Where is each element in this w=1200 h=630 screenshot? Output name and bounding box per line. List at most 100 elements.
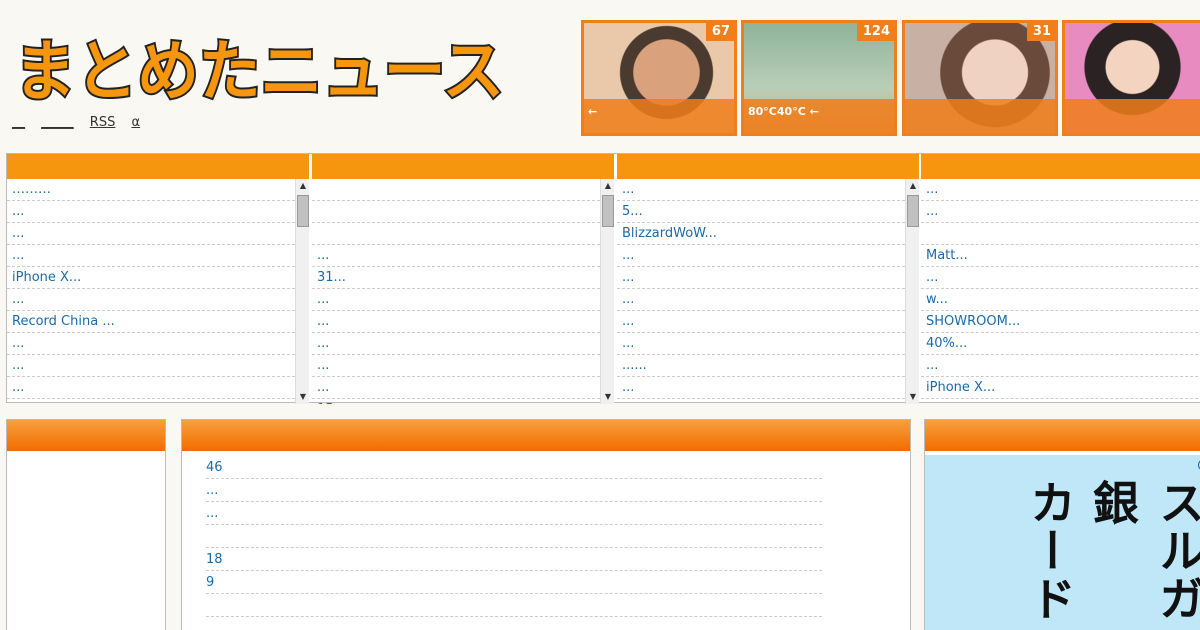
article-list[interactable]: 46...... 18 9 [206,456,822,617]
scrollbar[interactable]: ▲ ▼ [905,179,919,404]
list-item[interactable]: w... [921,289,1200,311]
list-item[interactable]: ... [312,333,600,355]
list-item[interactable] [206,525,822,548]
list-item[interactable]: ... [617,377,905,399]
list-item[interactable]: ... [7,377,295,399]
list-item[interactable]: 31... [312,267,600,289]
list-item[interactable]: SHOWROOM... [921,311,1200,333]
list-item[interactable]: 46 [206,456,822,479]
scroll-down-arrow-icon[interactable]: ▼ [601,390,615,404]
list-item[interactable]: ...... [617,355,905,377]
header-links: __ _____ RSS α [12,115,152,130]
panel-header [925,420,1200,451]
thumbnail-caption [1065,99,1200,133]
feed-list[interactable]: ...31............ ......15... [312,179,600,404]
comment-count-badge: 67 [705,23,734,41]
list-item[interactable]: BlizzardWoW... [617,223,905,245]
list-item[interactable]: ... [7,355,295,377]
site-logo[interactable]: まとめたニュース [10,24,510,106]
header-link-2[interactable]: _____ [41,115,74,130]
list-item[interactable]: ... [7,201,295,223]
list-item[interactable]: 18 [206,548,822,571]
advertisement[interactable]: i スルガ銀 カード [925,455,1200,630]
right-panel: i スルガ銀 カード [924,419,1200,630]
list-item[interactable] [312,201,600,223]
scrollbar-thumb[interactable] [907,195,919,227]
thumbnail-caption: ← [584,99,734,133]
list-item[interactable]: Matt... [921,245,1200,267]
list-item[interactable]: ... [312,377,600,399]
feed-box-4: ...... Matt...... w... SHOWROOM... 40%......… [921,154,1200,404]
feed-header [617,154,919,179]
list-item[interactable]: ... [617,333,905,355]
scroll-up-arrow-icon[interactable]: ▲ [296,179,310,193]
main-panel: 46...... 18 9 [181,419,911,630]
list-item[interactable]: ... [921,355,1200,377]
list-item[interactable]: ... [921,201,1200,223]
scrollbar-thumb[interactable] [297,195,309,227]
list-item[interactable]: ... [312,355,600,377]
scrollbar[interactable]: ▲ ▼ [295,179,309,404]
feed-box-1: ………......... iPhone X...... Record China .… [7,154,309,404]
list-item[interactable]: 15... [312,399,600,404]
list-item[interactable]: ... [312,289,600,311]
list-item[interactable] [312,223,600,245]
list-item[interactable]: ... [206,502,822,525]
list-item[interactable]: 40%... [921,333,1200,355]
list-item[interactable]: ... [7,245,295,267]
list-item[interactable]: ... [7,223,295,245]
thumbnail-card-3[interactable]: 31 [902,20,1058,136]
thumbnail-caption [905,99,1055,133]
list-item[interactable] [206,594,822,617]
list-item[interactable]: ... [921,267,1200,289]
feed-list[interactable]: ………......... iPhone X...... Record China .… [7,179,295,404]
scroll-up-arrow-icon[interactable]: ▲ [906,179,920,193]
logo-graphic: まとめたニュース [12,31,506,106]
list-item[interactable]: 9 [206,571,822,594]
list-item[interactable]: ... [617,267,905,289]
list-item[interactable]: ... [7,333,295,355]
feed-header [921,154,1200,179]
list-item[interactable]: ... [617,311,905,333]
comment-count-badge: 124 [856,23,894,41]
feed-box-2: ...31............ ......15... ▲ ▼ [312,154,614,404]
scroll-up-arrow-icon[interactable]: ▲ [601,179,615,193]
panel-header [7,420,165,451]
header-link-1[interactable]: __ [12,115,25,130]
feed-box-3: ... 5... BlizzardWoW......................… [617,154,919,404]
alpha-link[interactable]: α [131,115,140,130]
scroll-down-arrow-icon[interactable]: ▼ [906,390,920,404]
rss-link[interactable]: RSS [90,115,116,130]
list-item[interactable]: ... [312,311,600,333]
thumbnail-caption: 80°C40°C ← [744,99,894,133]
list-item[interactable]: Record China ... [7,311,295,333]
list-item[interactable]: iPhone X... [921,377,1200,399]
feed-list[interactable]: ... 5... BlizzardWoW......................… [617,179,905,404]
scrollbar-thumb[interactable] [602,195,614,227]
list-item[interactable]: ... [206,479,822,502]
logo-text: まとめたニュース [14,33,504,106]
scrollbar[interactable]: ▲ ▼ [600,179,614,404]
feed-list[interactable]: ...... Matt...... w... SHOWROOM... 40%......… [921,179,1200,404]
panel-header [182,420,910,451]
list-item[interactable]: ... [617,179,905,201]
feed-header [7,154,309,179]
list-item[interactable] [312,179,600,201]
feed-header [312,154,614,179]
list-item[interactable]: 5... [617,201,905,223]
list-item[interactable]: ... [617,289,905,311]
list-item[interactable]: ... [921,179,1200,201]
scroll-down-arrow-icon[interactable]: ▼ [296,390,310,404]
list-item[interactable]: ……… [7,179,295,201]
feed-section: ………......... iPhone X...... Record China .… [6,153,1200,404]
list-item[interactable] [921,223,1200,245]
thumbnail-card-1[interactable]: 67 ← [581,20,737,136]
left-panel [6,419,166,630]
list-item[interactable]: ... [7,289,295,311]
list-item[interactable]: ... [617,245,905,267]
comment-count-badge: 31 [1026,23,1055,41]
list-item[interactable]: ... [312,245,600,267]
thumbnail-card-4[interactable] [1062,20,1200,136]
list-item[interactable]: iPhone X... [7,267,295,289]
thumbnail-card-2[interactable]: 124 80°C40°C ← [741,20,897,136]
